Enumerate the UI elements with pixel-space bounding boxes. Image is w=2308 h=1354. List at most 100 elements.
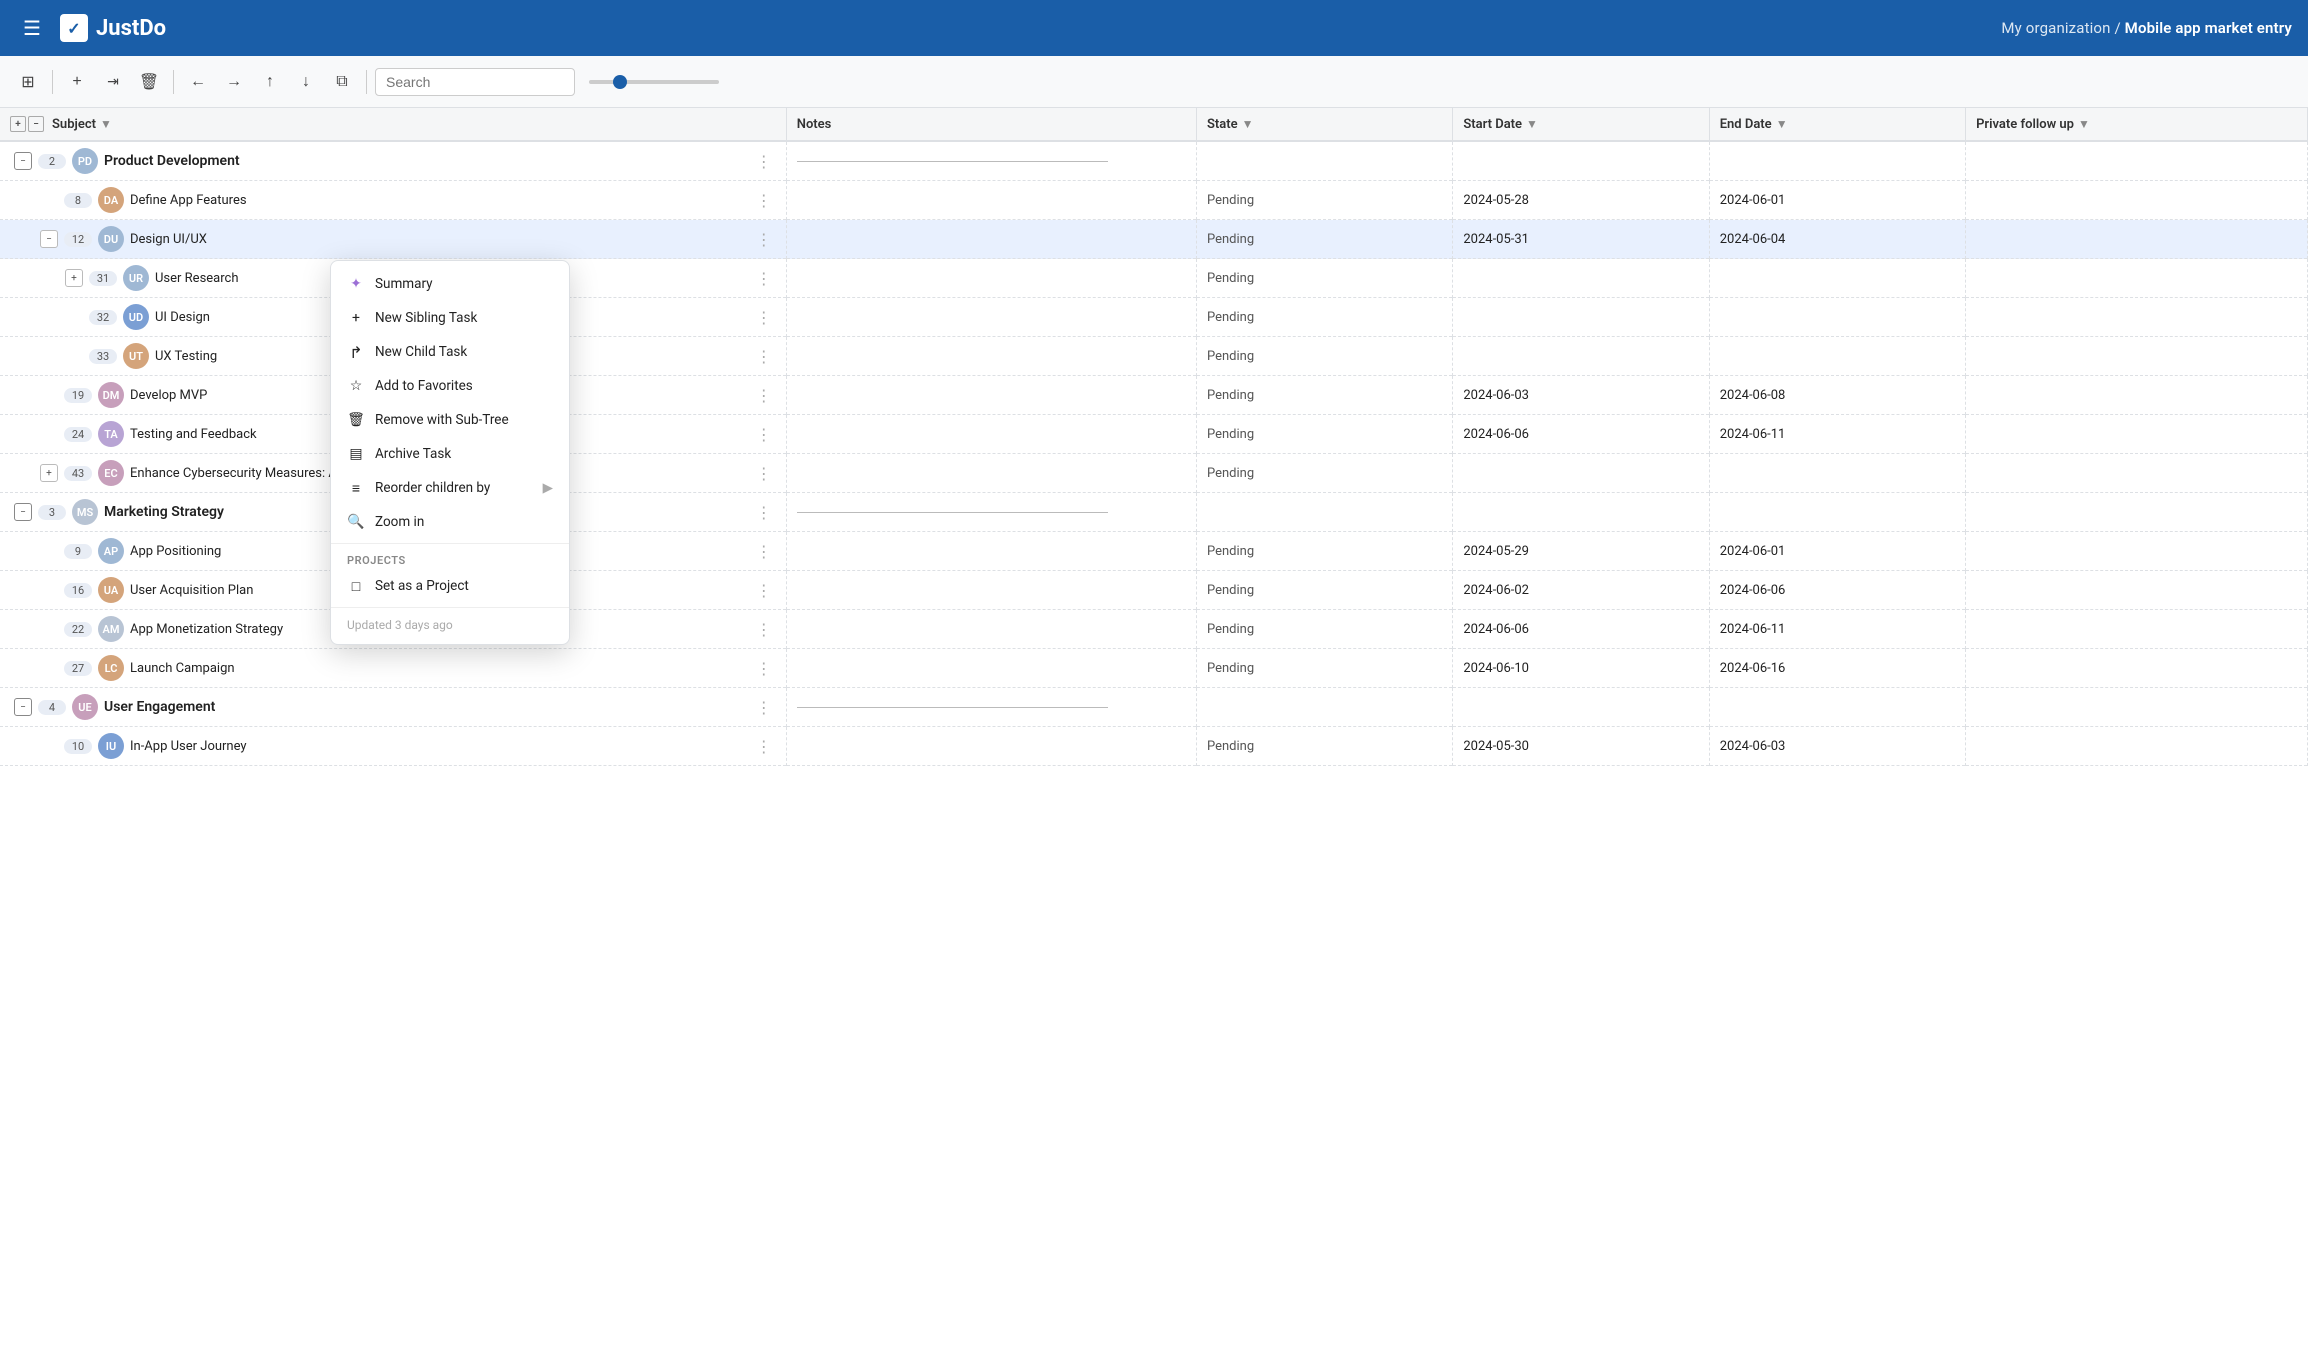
task-more-button[interactable]: ⋮ <box>752 230 776 249</box>
notes-cell <box>786 259 1196 298</box>
move-right-button[interactable]: → <box>218 66 250 98</box>
toolbar-separator-3 <box>366 70 367 94</box>
nav-separator: / <box>2114 19 2124 37</box>
avatar: UD <box>123 304 149 330</box>
notes-cell <box>786 532 1196 571</box>
start-date-filter-icon[interactable]: ▼ <box>1526 117 1538 131</box>
collapse-all-button[interactable]: − <box>28 116 44 132</box>
task-more-button[interactable]: ⋮ <box>752 386 776 405</box>
context-menu-separator <box>331 543 569 544</box>
reorder-arrow-icon: ▶ <box>543 480 553 496</box>
subject-filter-icon[interactable]: ▼ <box>100 117 112 131</box>
search-input[interactable] <box>375 68 575 96</box>
state-cell: Pending <box>1196 337 1452 376</box>
start-date-cell <box>1453 337 1709 376</box>
task-number-badge: 33 <box>89 349 117 364</box>
end-date-cell <box>1709 454 1965 493</box>
end-date-cell: 2024-06-08 <box>1709 376 1965 415</box>
state-column-label: State <box>1207 117 1238 132</box>
task-name: Design UI/UX <box>130 232 207 247</box>
task-name: UI Design <box>155 310 210 325</box>
task-number-badge: 4 <box>38 700 66 715</box>
move-up-button[interactable]: ↑ <box>254 66 286 98</box>
end-date-filter-icon[interactable]: ▼ <box>1776 117 1788 131</box>
end-date-cell: 2024-06-04 <box>1709 220 1965 259</box>
table-row: −4UEUser Engagement⋮ <box>0 688 2308 727</box>
context-menu-reorder[interactable]: ≡ Reorder children by ▶ <box>331 471 569 505</box>
expand-collapse-button[interactable]: − <box>14 152 32 170</box>
state-filter-icon[interactable]: ▼ <box>1242 117 1254 131</box>
delete-button[interactable]: 🗑 <box>133 66 165 98</box>
zoom-slider-thumb[interactable] <box>613 75 627 89</box>
context-menu-reorder-label: Reorder children by <box>375 480 490 496</box>
expand-collapse-button[interactable]: − <box>14 698 32 716</box>
task-more-button[interactable]: ⋮ <box>752 659 776 678</box>
state-cell <box>1196 493 1452 532</box>
hamburger-menu-button[interactable]: ☰ <box>16 12 48 44</box>
task-number-badge: 16 <box>64 583 92 598</box>
task-more-button[interactable]: ⋮ <box>752 620 776 639</box>
task-more-button[interactable]: ⋮ <box>752 308 776 327</box>
start-date-cell: 2024-06-03 <box>1453 376 1709 415</box>
avatar: IU <box>98 733 124 759</box>
summary-icon: ✦ <box>347 275 365 293</box>
private-follow-up-cell <box>1966 649 2308 688</box>
context-menu-zoom-in[interactable]: 🔍 Zoom in <box>331 505 569 539</box>
table-header-row: + − Subject ▼ Notes State ▼ <box>0 108 2308 141</box>
expand-collapse-button[interactable]: + <box>65 269 83 287</box>
move-down-button[interactable]: ↓ <box>290 66 322 98</box>
task-name: Testing and Feedback <box>130 427 257 442</box>
table-row: −2PDProduct Development⋮ <box>0 141 2308 181</box>
zoom-slider-track[interactable] <box>589 80 719 84</box>
task-more-button[interactable]: ⋮ <box>752 464 776 483</box>
expand-all-button[interactable]: + <box>10 116 26 132</box>
end-date-cell <box>1709 493 1965 532</box>
indent-button[interactable]: ⇥ <box>97 66 129 98</box>
grid-view-button[interactable]: ⊞ <box>12 66 44 98</box>
context-menu-remove-subtree[interactable]: 🗑 Remove with Sub-Tree <box>331 403 569 437</box>
expand-collapse-button[interactable]: + <box>40 464 58 482</box>
state-cell: Pending <box>1196 181 1452 220</box>
context-menu-new-sibling[interactable]: + New Sibling Task <box>331 301 569 335</box>
private-follow-up-cell <box>1966 337 2308 376</box>
private-follow-up-cell <box>1966 298 2308 337</box>
start-date-cell <box>1453 493 1709 532</box>
context-menu-favorites[interactable]: ☆ Add to Favorites <box>331 369 569 403</box>
context-menu-new-child[interactable]: ↱ New Child Task <box>331 335 569 369</box>
state-cell: Pending <box>1196 649 1452 688</box>
task-name: Product Development <box>104 153 240 169</box>
task-name: User Engagement <box>104 699 215 715</box>
context-menu: ✦ Summary + New Sibling Task ↱ New Child… <box>330 260 570 645</box>
task-number-badge: 9 <box>64 544 92 559</box>
add-task-button[interactable]: + <box>61 66 93 98</box>
app-header: ☰ ✓ JustDo My organization / Mobile app … <box>0 0 2308 56</box>
notes-cell <box>786 727 1196 766</box>
context-menu-separator-2 <box>331 607 569 608</box>
task-more-button[interactable]: ⋮ <box>752 737 776 756</box>
task-more-button[interactable]: ⋮ <box>752 269 776 288</box>
context-menu-archive[interactable]: ▤ Archive Task <box>331 437 569 471</box>
org-name: My organization <box>2001 19 2110 37</box>
context-menu-set-project[interactable]: □ Set as a Project <box>331 569 569 603</box>
task-more-button[interactable]: ⋮ <box>752 191 776 210</box>
task-more-button[interactable]: ⋮ <box>752 425 776 444</box>
state-badge: Pending <box>1207 739 1254 754</box>
task-more-button[interactable]: ⋮ <box>752 503 776 522</box>
copy-button[interactable]: ⧉ <box>326 66 358 98</box>
move-left-button[interactable]: ← <box>182 66 214 98</box>
private-follow-up-filter-icon[interactable]: ▼ <box>2078 117 2090 131</box>
expand-collapse-button[interactable]: − <box>14 503 32 521</box>
task-more-button[interactable]: ⋮ <box>752 347 776 366</box>
task-more-button[interactable]: ⋮ <box>752 152 776 171</box>
task-more-button[interactable]: ⋮ <box>752 542 776 561</box>
avatar: LC <box>98 655 124 681</box>
context-menu-summary[interactable]: ✦ Summary <box>331 267 569 301</box>
private-follow-up-cell <box>1966 259 2308 298</box>
state-badge: Pending <box>1207 661 1254 676</box>
start-date-cell: 2024-06-06 <box>1453 610 1709 649</box>
task-more-button[interactable]: ⋮ <box>752 698 776 717</box>
end-date-cell: 2024-06-16 <box>1709 649 1965 688</box>
expand-collapse-button[interactable]: − <box>40 230 58 248</box>
end-date-cell: 2024-06-11 <box>1709 610 1965 649</box>
task-more-button[interactable]: ⋮ <box>752 581 776 600</box>
